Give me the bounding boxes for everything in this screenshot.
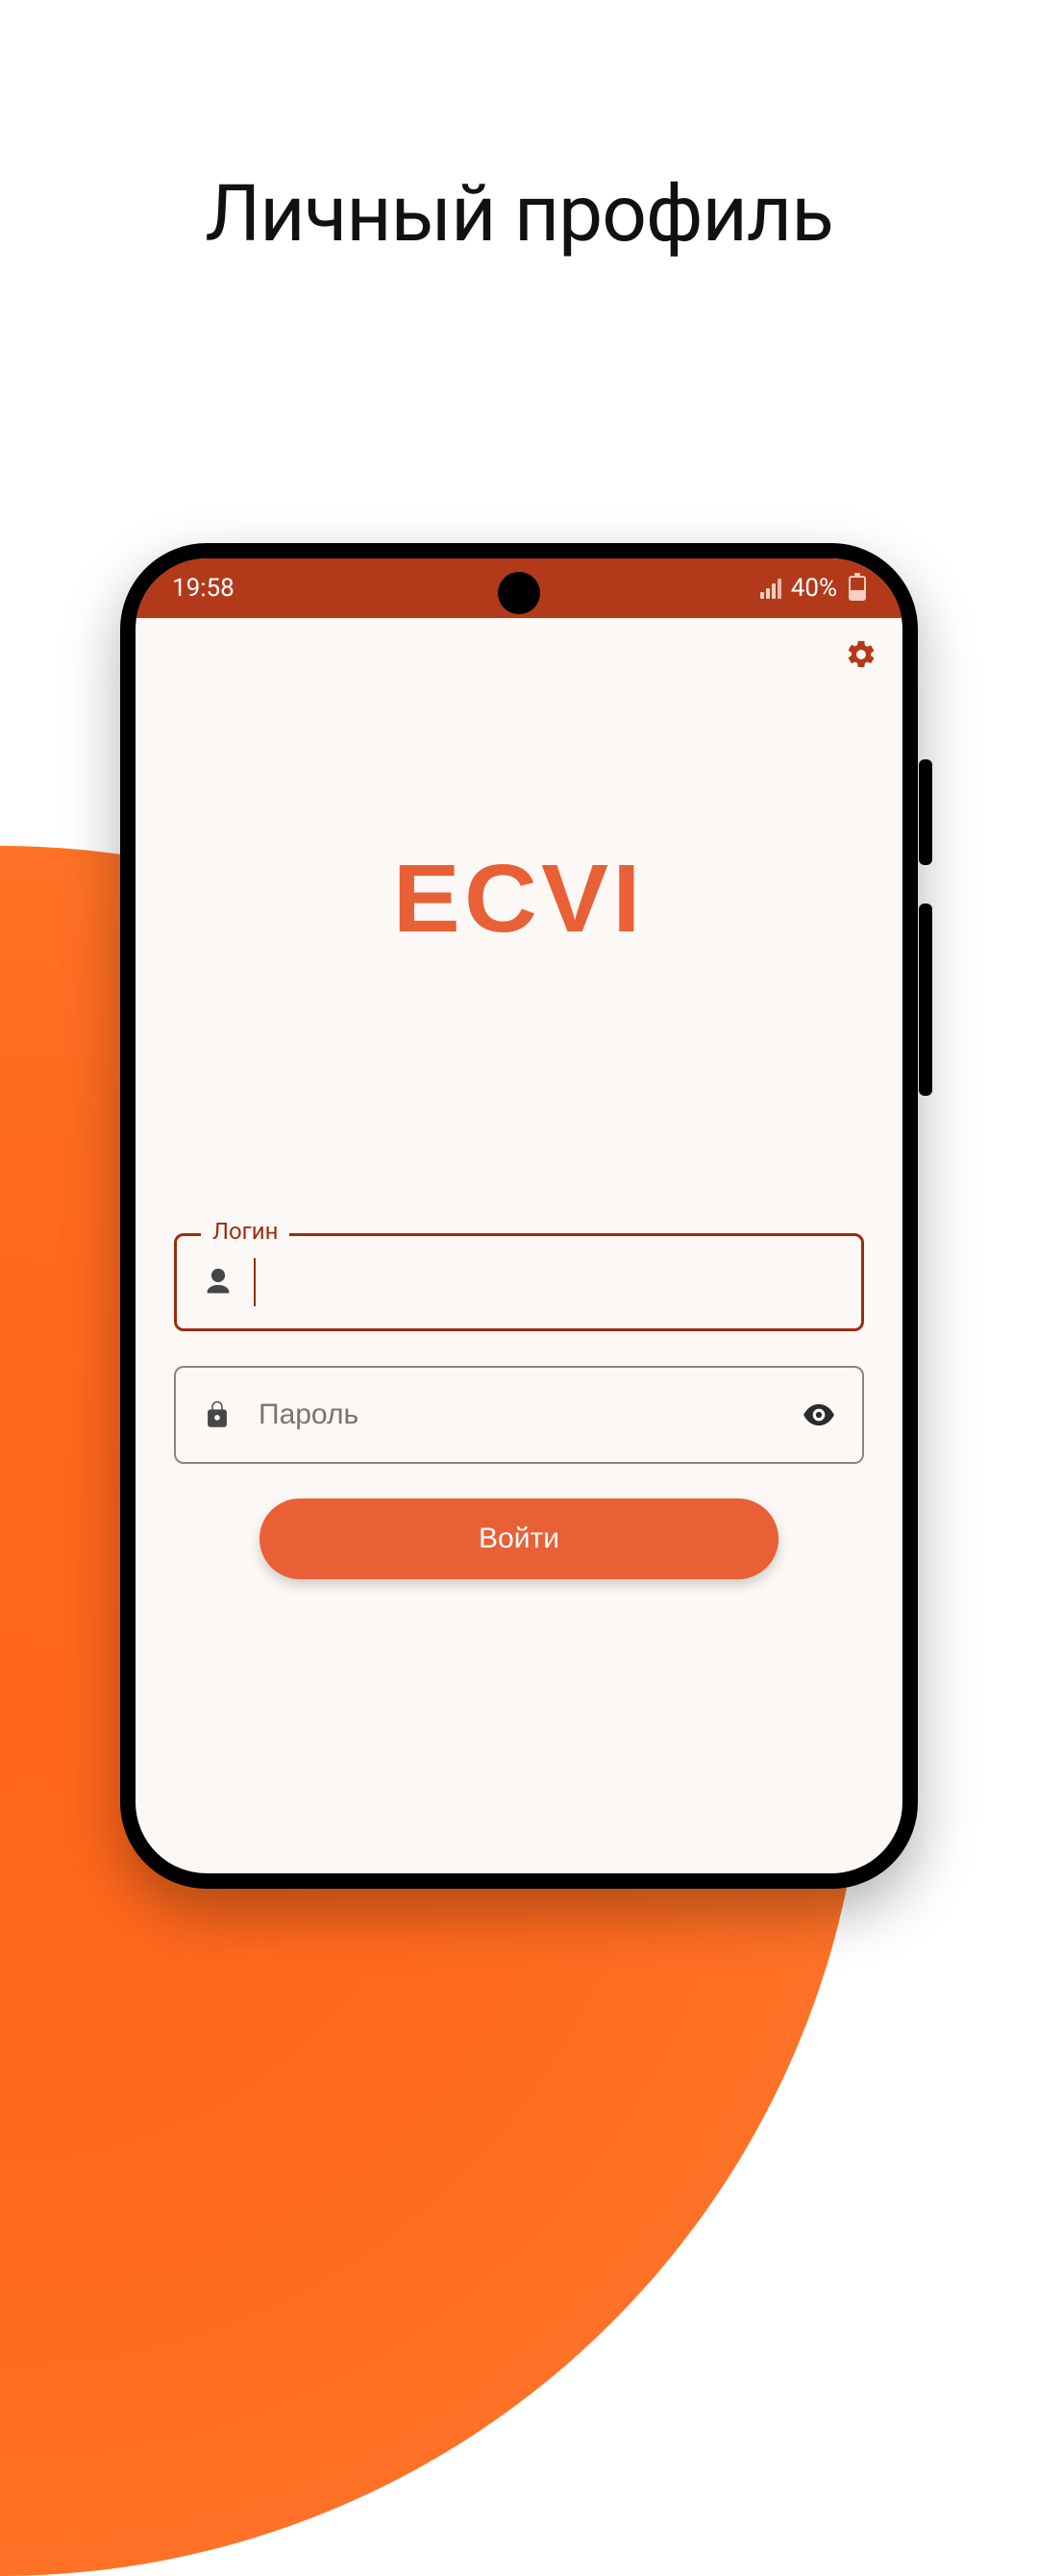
lock-icon: [201, 1399, 234, 1431]
status-bar: 19:58 40%: [136, 558, 902, 618]
login-field[interactable]: Логин: [174, 1233, 864, 1331]
brand-logo-text: ECVI: [393, 844, 645, 954]
login-label: Логин: [201, 1218, 289, 1245]
phone-side-button: [919, 759, 932, 865]
camera-notch: [498, 572, 540, 614]
login-input[interactable]: [281, 1266, 836, 1299]
brand-logo: ECVI: [136, 844, 902, 954]
battery-icon: [849, 576, 866, 601]
app-bar: [136, 618, 902, 695]
text-caret: [254, 1258, 256, 1306]
password-field[interactable]: [174, 1366, 864, 1464]
login-button[interactable]: Войти: [260, 1499, 778, 1579]
signal-icon: [758, 579, 781, 599]
gear-icon[interactable]: [845, 638, 877, 675]
status-battery-pct: 40%: [791, 574, 837, 603]
login-form: Логин Войти: [136, 1233, 902, 1579]
person-icon: [202, 1266, 235, 1299]
phone-side-button: [919, 904, 932, 1096]
password-input[interactable]: [259, 1399, 776, 1431]
status-time: 19:58: [172, 574, 235, 603]
phone-frame: 19:58 40% ECVI Логин: [120, 543, 918, 1889]
eye-icon[interactable]: [801, 1397, 837, 1433]
page-title: Личный профиль: [0, 168, 1038, 260]
